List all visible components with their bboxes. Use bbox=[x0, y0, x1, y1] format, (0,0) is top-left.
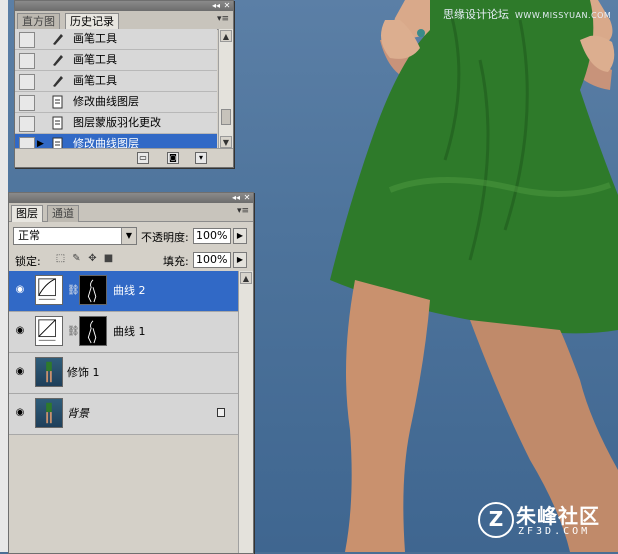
watermark-text: 思缘设计论坛 bbox=[443, 8, 509, 21]
scroll-down-icon[interactable]: ▼ bbox=[220, 136, 232, 148]
layer-name[interactable]: 曲线 2 bbox=[113, 271, 146, 311]
layer-name[interactable]: 背景 bbox=[67, 394, 89, 434]
fill-slider-arrow-icon[interactable]: ▶ bbox=[233, 252, 247, 268]
opacity-slider-arrow-icon[interactable]: ▶ bbox=[233, 228, 247, 244]
layer-image-thumbnail[interactable] bbox=[35, 357, 63, 387]
tab-history[interactable]: 历史记录 bbox=[65, 13, 119, 30]
tab-layers[interactable]: 图层 bbox=[11, 205, 43, 222]
scroll-up-icon[interactable]: ▲ bbox=[240, 272, 252, 284]
history-item-label: 修改曲线图层 bbox=[73, 137, 139, 149]
layer-row[interactable]: ◉ 背景 bbox=[9, 394, 239, 435]
site-logo: Z 朱峰社区 ZF3D.COM bbox=[478, 500, 608, 544]
layers-scrollbar[interactable]: ▲ bbox=[238, 271, 253, 553]
logo-domain: ZF3D.COM bbox=[518, 526, 591, 537]
eye-icon[interactable]: ◉ bbox=[14, 326, 26, 336]
scroll-thumb[interactable] bbox=[221, 109, 231, 125]
collapse-icon[interactable]: ◂◂ bbox=[231, 193, 241, 203]
snapshot-source-box[interactable] bbox=[19, 32, 35, 48]
history-item[interactable]: 画笔工具 bbox=[15, 71, 217, 92]
brush-icon bbox=[53, 34, 63, 45]
history-item[interactable]: 图层蒙版羽化更改 bbox=[15, 113, 217, 134]
panel-titlebar[interactable]: ◂◂ ✕ bbox=[15, 1, 233, 11]
history-item[interactable]: 画笔工具 bbox=[15, 29, 217, 50]
snapshot-source-box[interactable] bbox=[19, 95, 35, 111]
snapshot-source-box[interactable] bbox=[19, 116, 35, 132]
panel-menu-icon[interactable]: ▾≡ bbox=[217, 14, 229, 24]
history-panel: ◂◂ ✕ 直方图 历史记录 ▾≡ 画笔工具 画笔工具 画笔工具 修改曲线图层 图… bbox=[14, 0, 234, 168]
curves-adjustment-icon[interactable] bbox=[35, 275, 63, 305]
document-icon bbox=[52, 116, 63, 130]
tab-channels[interactable]: 通道 bbox=[47, 205, 79, 222]
panel-titlebar[interactable]: ◂◂ ✕ bbox=[9, 193, 253, 203]
history-item-selected[interactable]: ▶ 修改曲线图层 bbox=[15, 134, 217, 149]
left-canvas-edge bbox=[0, 0, 8, 552]
lock-label: 锁定: bbox=[15, 255, 41, 268]
history-item-label: 画笔工具 bbox=[73, 74, 117, 87]
logo-name: 朱峰社区 bbox=[516, 504, 600, 528]
chevron-down-icon[interactable]: ▼ bbox=[121, 228, 136, 244]
lock-brush-icon[interactable]: ✎ bbox=[71, 253, 82, 264]
layer-mask-thumbnail[interactable] bbox=[79, 275, 107, 305]
trash-icon[interactable]: ▾ bbox=[195, 152, 207, 164]
watermark-url: WWW.MISSYUAN.COM bbox=[515, 11, 612, 20]
opacity-label: 不透明度: bbox=[141, 231, 189, 244]
layer-list: ◉ ⛓ 曲线 2 ◉ ⛓ 曲线 1 ◉ 修饰 1 ◉ 背景 bbox=[9, 271, 239, 553]
history-item-label: 画笔工具 bbox=[73, 53, 117, 66]
layer-mask-thumbnail[interactable] bbox=[79, 316, 107, 346]
logo-mark: Z bbox=[478, 502, 514, 538]
close-icon[interactable]: ✕ bbox=[242, 193, 252, 203]
new-document-from-state-icon[interactable]: ▭ bbox=[137, 152, 149, 164]
eye-icon[interactable]: ◉ bbox=[14, 408, 26, 418]
history-scrollbar[interactable]: ▲ ▼ bbox=[218, 29, 233, 149]
lock-transparent-icon[interactable]: ⬚ bbox=[55, 253, 66, 264]
brush-icon bbox=[53, 55, 63, 66]
panel-menu-icon[interactable]: ▾≡ bbox=[237, 206, 249, 216]
opacity-input[interactable]: 100% bbox=[193, 228, 231, 244]
lock-all-icon[interactable]: ■ bbox=[103, 253, 114, 264]
blend-mode-value: 正常 bbox=[18, 229, 40, 242]
layer-controls: 正常 ▼ 不透明度: 100% ▶ 锁定: ⬚ ✎ ✥ ■ 填充: 100% ▶ bbox=[9, 221, 253, 269]
layer-name[interactable]: 修饰 1 bbox=[67, 353, 100, 393]
eye-icon[interactable]: ◉ bbox=[14, 285, 26, 295]
layer-row[interactable]: ◉ ⛓ 曲线 1 bbox=[9, 312, 239, 353]
history-item[interactable]: 画笔工具 bbox=[15, 50, 217, 71]
snapshot-camera-icon[interactable]: ◙ bbox=[167, 152, 179, 164]
curves-adjustment-icon[interactable] bbox=[35, 316, 63, 346]
lock-move-icon[interactable]: ✥ bbox=[87, 253, 98, 264]
collapse-icon[interactable]: ◂◂ bbox=[211, 1, 221, 11]
layers-panel: ◂◂ ✕ 图层 通道 ▾≡ 正常 ▼ 不透明度: 100% ▶ 锁定: ⬚ ✎ … bbox=[8, 192, 254, 554]
layers-tabs: 图层 通道 ▾≡ bbox=[9, 203, 253, 222]
history-tabs: 直方图 历史记录 ▾≡ bbox=[15, 11, 233, 30]
layer-name[interactable]: 曲线 1 bbox=[113, 312, 146, 352]
layer-row-selected[interactable]: ◉ ⛓ 曲线 2 bbox=[9, 271, 239, 312]
fill-label: 填充: bbox=[163, 255, 189, 268]
snapshot-source-box[interactable] bbox=[19, 53, 35, 69]
history-item[interactable]: 修改曲线图层 bbox=[15, 92, 217, 113]
history-list: 画笔工具 画笔工具 画笔工具 修改曲线图层 图层蒙版羽化更改 ▶ 修改曲线图层 bbox=[15, 29, 217, 149]
brush-icon bbox=[53, 76, 63, 87]
history-item-label: 修改曲线图层 bbox=[73, 95, 139, 108]
snapshot-source-box[interactable] bbox=[19, 74, 35, 90]
history-item-label: 图层蒙版羽化更改 bbox=[73, 116, 161, 129]
scroll-up-icon[interactable]: ▲ bbox=[220, 30, 232, 42]
layer-image-thumbnail[interactable] bbox=[35, 398, 63, 428]
tab-histogram[interactable]: 直方图 bbox=[17, 13, 60, 30]
blend-mode-select[interactable]: 正常 ▼ bbox=[13, 227, 137, 245]
link-chain-icon[interactable]: ⛓ bbox=[67, 326, 80, 337]
layer-row[interactable]: ◉ 修饰 1 bbox=[9, 353, 239, 394]
fill-input[interactable]: 100% bbox=[193, 252, 231, 268]
watermark: 思缘设计论坛 WWW.MISSYUAN.COM bbox=[443, 6, 611, 22]
eye-icon[interactable]: ◉ bbox=[14, 367, 26, 377]
history-item-label: 画笔工具 bbox=[73, 32, 117, 45]
link-chain-icon[interactable]: ⛓ bbox=[67, 285, 80, 296]
lock-icon bbox=[217, 408, 225, 417]
close-icon[interactable]: ✕ bbox=[222, 1, 232, 11]
history-footer: ▭ ◙ ▾ bbox=[15, 148, 233, 167]
document-icon bbox=[52, 95, 63, 109]
